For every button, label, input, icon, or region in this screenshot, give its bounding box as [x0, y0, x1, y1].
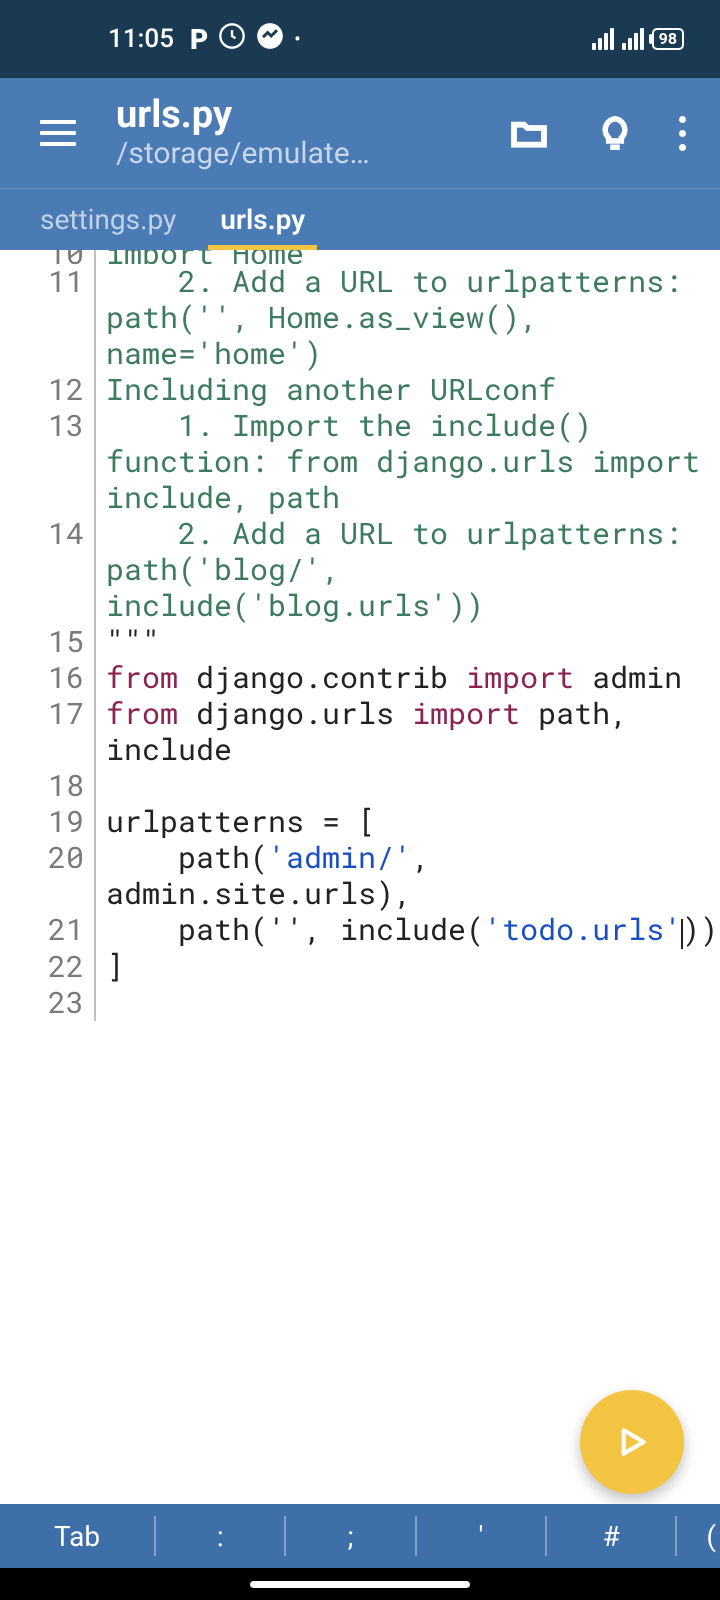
signal-icon-1 — [592, 28, 614, 50]
line-number: 11 — [0, 264, 96, 372]
line-number: 14 — [0, 516, 96, 624]
code-line[interactable]: path('admin/', admin.site.urls), — [96, 840, 720, 912]
key-tab[interactable]: Tab — [0, 1520, 154, 1553]
line-number: 22 — [0, 949, 96, 985]
dot-icon: • — [294, 29, 300, 50]
key-semicolon[interactable]: ; — [286, 1520, 414, 1553]
messenger-icon — [256, 22, 284, 57]
tab-bar: settings.py urls.py — [0, 188, 720, 250]
line-number: 16 — [0, 660, 96, 696]
line-number: 23 — [0, 985, 96, 1021]
code-editor[interactable]: 10 import Home 11 2. Add a URL to urlpat… — [0, 250, 720, 1480]
app-bar: urls.py /storage/emulate… — [0, 78, 720, 188]
code-line[interactable]: """ — [96, 624, 720, 660]
menu-button[interactable] — [28, 108, 88, 158]
folder-button[interactable] — [507, 111, 551, 155]
code-line[interactable] — [96, 985, 720, 1021]
line-number: 20 — [0, 840, 96, 912]
battery-icon: 98 — [652, 28, 684, 50]
line-number: 18 — [0, 768, 96, 804]
symbol-toolbar: Tab : ; ' # ( — [0, 1504, 720, 1568]
code-line[interactable] — [96, 768, 720, 804]
code-line[interactable]: 1. Import the include() function: from d… — [96, 408, 720, 516]
code-line[interactable]: path('', include('todo.urls')) — [96, 912, 720, 949]
line-number: 21 — [0, 912, 96, 949]
line-number: 17 — [0, 696, 96, 768]
code-line[interactable]: ] — [96, 949, 720, 985]
whatsapp-icon — [218, 22, 246, 57]
key-hash[interactable]: # — [547, 1520, 675, 1553]
line-number: 12 — [0, 372, 96, 408]
key-quote[interactable]: ' — [417, 1520, 545, 1553]
key-colon[interactable]: : — [156, 1520, 284, 1553]
code-line[interactable]: Including another URLconf — [96, 372, 720, 408]
file-path: /storage/emulate… — [116, 136, 507, 171]
code-line[interactable]: 2. Add a URL to urlpatterns: path('blog/… — [96, 516, 720, 624]
key-paren[interactable]: ( — [677, 1520, 720, 1553]
code-line[interactable]: urlpatterns = [ — [96, 804, 720, 840]
tab-settings[interactable]: settings.py — [18, 189, 198, 250]
pandora-icon: P — [190, 23, 208, 56]
more-button[interactable] — [679, 116, 686, 151]
signal-icon-2 — [622, 28, 644, 50]
code-line[interactable]: from django.urls import path, include — [96, 696, 720, 768]
line-number: 13 — [0, 408, 96, 516]
run-button[interactable] — [580, 1390, 684, 1494]
home-pill[interactable] — [250, 1581, 470, 1588]
android-nav-bar — [0, 1568, 720, 1600]
file-title: urls.py — [116, 95, 507, 137]
status-time: 11:05 — [108, 24, 174, 54]
line-number: 19 — [0, 804, 96, 840]
status-bar: 11:05 P • 98 — [0, 0, 720, 78]
tab-urls[interactable]: urls.py — [198, 189, 327, 250]
code-line[interactable]: 2. Add a URL to urlpatterns: path('', Ho… — [96, 264, 720, 372]
line-number: 15 — [0, 624, 96, 660]
lightbulb-button[interactable] — [593, 111, 637, 155]
code-line[interactable]: from django.contrib import admin — [96, 660, 720, 696]
